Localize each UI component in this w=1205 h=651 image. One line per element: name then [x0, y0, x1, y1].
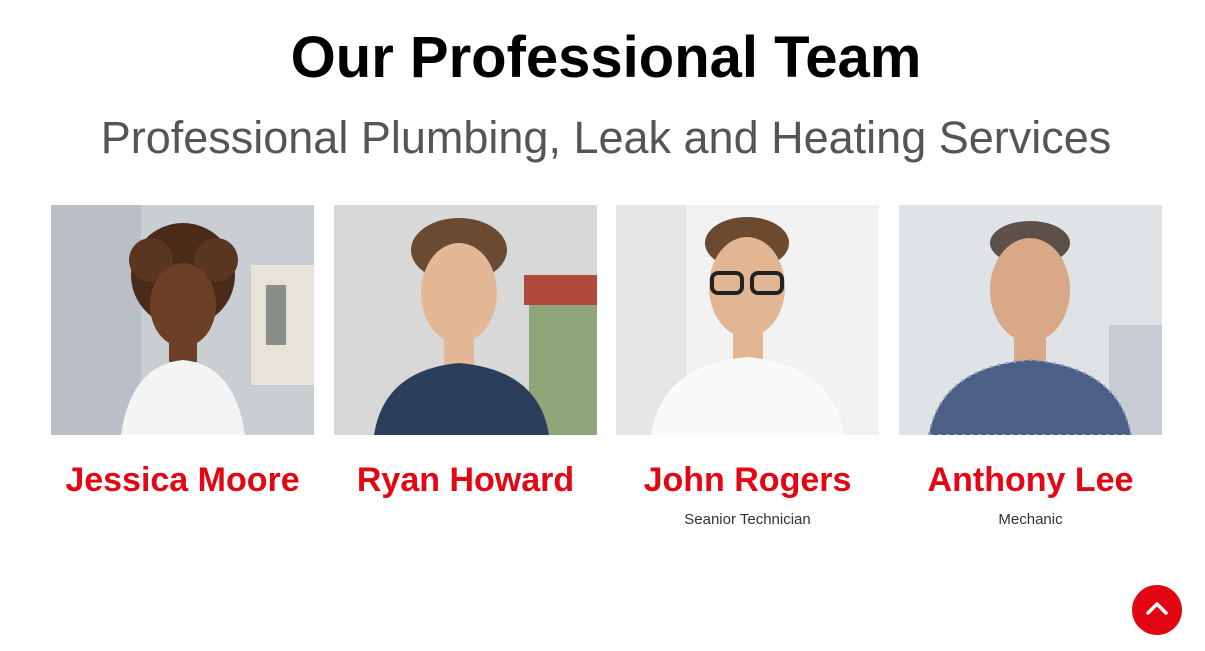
team-member-photo	[51, 205, 314, 435]
team-member-name: John Rogers	[643, 461, 852, 499]
team-member-photo	[899, 205, 1162, 435]
team-member-name: Anthony Lee	[927, 461, 1134, 499]
team-member-name: Ryan Howard	[356, 461, 575, 499]
section-title: Our Professional Team	[290, 25, 922, 90]
team-member-photo	[334, 205, 597, 435]
team-member-role: Mechanic	[998, 511, 1063, 525]
team-member-card: Ryan Howard	[334, 205, 597, 525]
chevron-up-icon	[1146, 601, 1168, 620]
team-member-card: Jessica Moore	[51, 205, 314, 525]
team-member-name: Jessica Moore	[65, 461, 300, 499]
team-member-card: John Rogers Seanior Technician	[616, 205, 879, 525]
team-member-card: Anthony Lee Mechanic	[899, 205, 1162, 525]
team-member-photo	[616, 205, 879, 435]
section-subtitle: Professional Plumbing, Leak and Heating …	[100, 112, 1112, 163]
scroll-to-top-button[interactable]	[1132, 585, 1182, 635]
team-member-role: Seanior Technician	[684, 511, 811, 525]
